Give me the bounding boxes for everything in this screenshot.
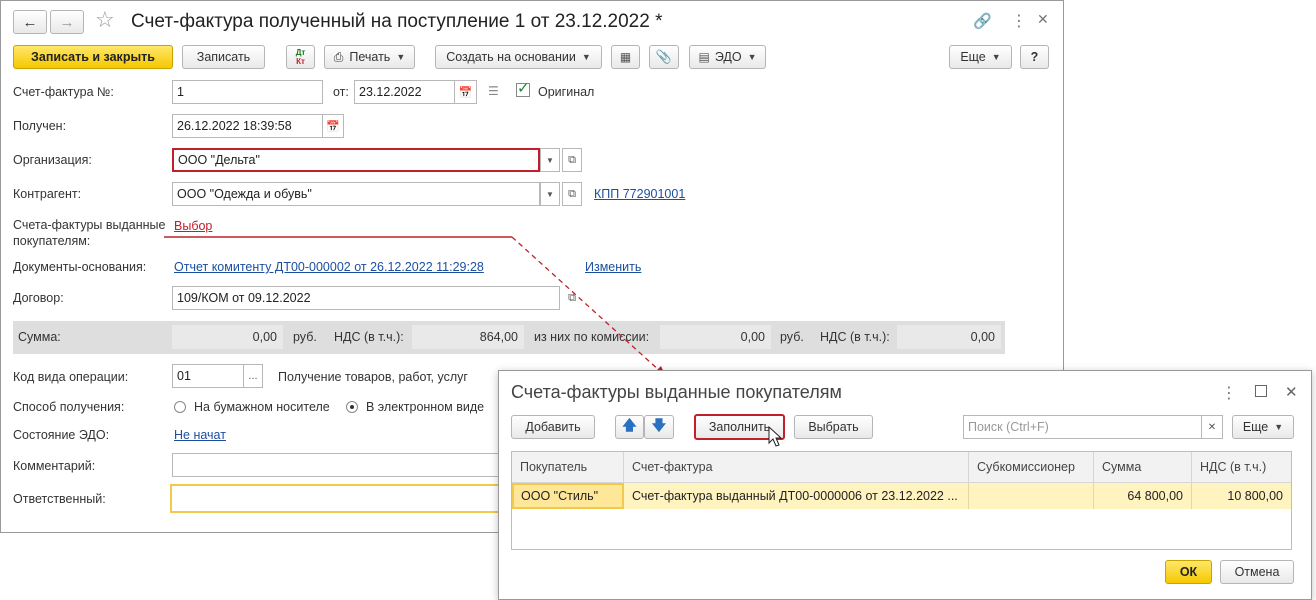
- maximize-icon[interactable]: [1255, 385, 1267, 397]
- table-row[interactable]: ООО "Стиль" Счет-фактура выданный ДТ00-0…: [512, 483, 1291, 509]
- arrow-up-icon: 🡅: [622, 417, 637, 433]
- table-header: Покупатель Счет-фактура Субкомиссионер С…: [512, 452, 1291, 483]
- connector-dashed-line: [511, 236, 662, 373]
- dialog-title: Счета-фактуры выданные покупателям: [511, 382, 842, 402]
- mouse-cursor-icon: [768, 426, 782, 447]
- invoices-table: Покупатель Счет-фактура Субкомиссионер С…: [511, 451, 1292, 550]
- dialog-more-button[interactable]: Еще ▼: [1232, 415, 1294, 439]
- cell-vat[interactable]: 10 800,00: [1192, 483, 1291, 509]
- search-input[interactable]: Поиск (Ctrl+F): [963, 415, 1202, 439]
- add-button[interactable]: Добавить: [511, 415, 595, 439]
- more-label: Еще: [1242, 420, 1269, 434]
- chevron-down-icon: ▼: [1274, 422, 1284, 432]
- cancel-button[interactable]: Отмена: [1220, 560, 1294, 584]
- column-header-vat[interactable]: НДС (в т.ч.): [1192, 452, 1291, 482]
- select-button[interactable]: Выбрать: [794, 415, 873, 439]
- cell-invoice[interactable]: Счет-фактура выданный ДТ00-0000006 от 23…: [624, 483, 969, 509]
- cell-sum[interactable]: 64 800,00: [1094, 483, 1192, 509]
- clear-icon: ✕: [1207, 421, 1217, 433]
- kebab-menu-icon[interactable]: ⋮: [1221, 383, 1237, 403]
- search-placeholder: Поиск (Ctrl+F): [968, 420, 1049, 434]
- column-header-invoice[interactable]: Счет-фактура: [624, 452, 969, 482]
- column-header-sum[interactable]: Сумма: [1094, 452, 1192, 482]
- cell-subcommissioner[interactable]: [969, 483, 1094, 509]
- ok-button[interactable]: ОК: [1165, 560, 1212, 584]
- close-icon[interactable]: ✕: [1285, 383, 1298, 401]
- search-clear-button[interactable]: ✕: [1201, 415, 1223, 439]
- column-header-subcommissioner[interactable]: Субкомиссионер: [969, 452, 1094, 482]
- column-header-buyer[interactable]: Покупатель: [512, 452, 624, 482]
- cell-buyer[interactable]: ООО "Стиль": [512, 483, 624, 509]
- move-up-button[interactable]: 🡅: [615, 415, 644, 439]
- move-down-button[interactable]: 🡇: [644, 415, 674, 439]
- issued-invoices-dialog: Счета-фактуры выданные покупателям ⋮ ✕ Д…: [498, 370, 1312, 600]
- arrow-down-icon: 🡇: [651, 417, 667, 433]
